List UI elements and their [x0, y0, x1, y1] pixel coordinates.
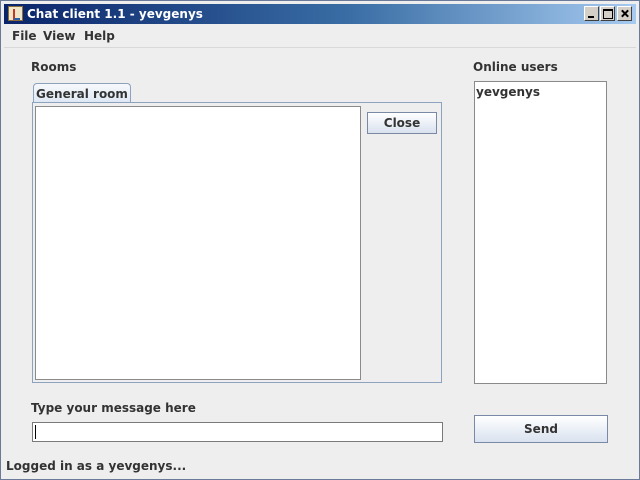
close-window-icon[interactable] [617, 6, 632, 21]
menu-bar: File View Help [4, 25, 636, 48]
chat-messages-area[interactable] [35, 106, 361, 380]
room-tab-panel: Close [32, 102, 442, 383]
user-item[interactable]: yevgenys [476, 85, 540, 99]
status-text: Logged in as a yevgenys... [6, 459, 187, 473]
menu-help[interactable]: Help [84, 29, 115, 43]
maximize-icon[interactable] [600, 6, 615, 21]
rooms-label: Rooms [31, 60, 77, 74]
menu-file[interactable]: File [12, 29, 37, 43]
window-title: Chat client 1.1 - yevgenys [27, 7, 203, 21]
tab-label: General room [36, 87, 128, 101]
java-app-icon[interactable] [8, 6, 23, 21]
menu-view[interactable]: View [43, 29, 75, 43]
title-bar[interactable]: Chat client 1.1 - yevgenys [4, 4, 636, 24]
chat-client-window: Chat client 1.1 - yevgenys File View Hel… [0, 0, 640, 480]
text-caret [35, 425, 36, 439]
message-input[interactable] [32, 422, 443, 442]
tab-general-room[interactable]: General room [33, 83, 131, 103]
online-users-list[interactable]: yevgenys [474, 81, 607, 384]
send-button[interactable]: Send [474, 415, 608, 443]
close-room-button[interactable]: Close [367, 112, 437, 134]
message-label: Type your message here [31, 401, 196, 415]
online-users-label: Online users [473, 60, 558, 74]
minimize-icon[interactable] [584, 6, 599, 21]
